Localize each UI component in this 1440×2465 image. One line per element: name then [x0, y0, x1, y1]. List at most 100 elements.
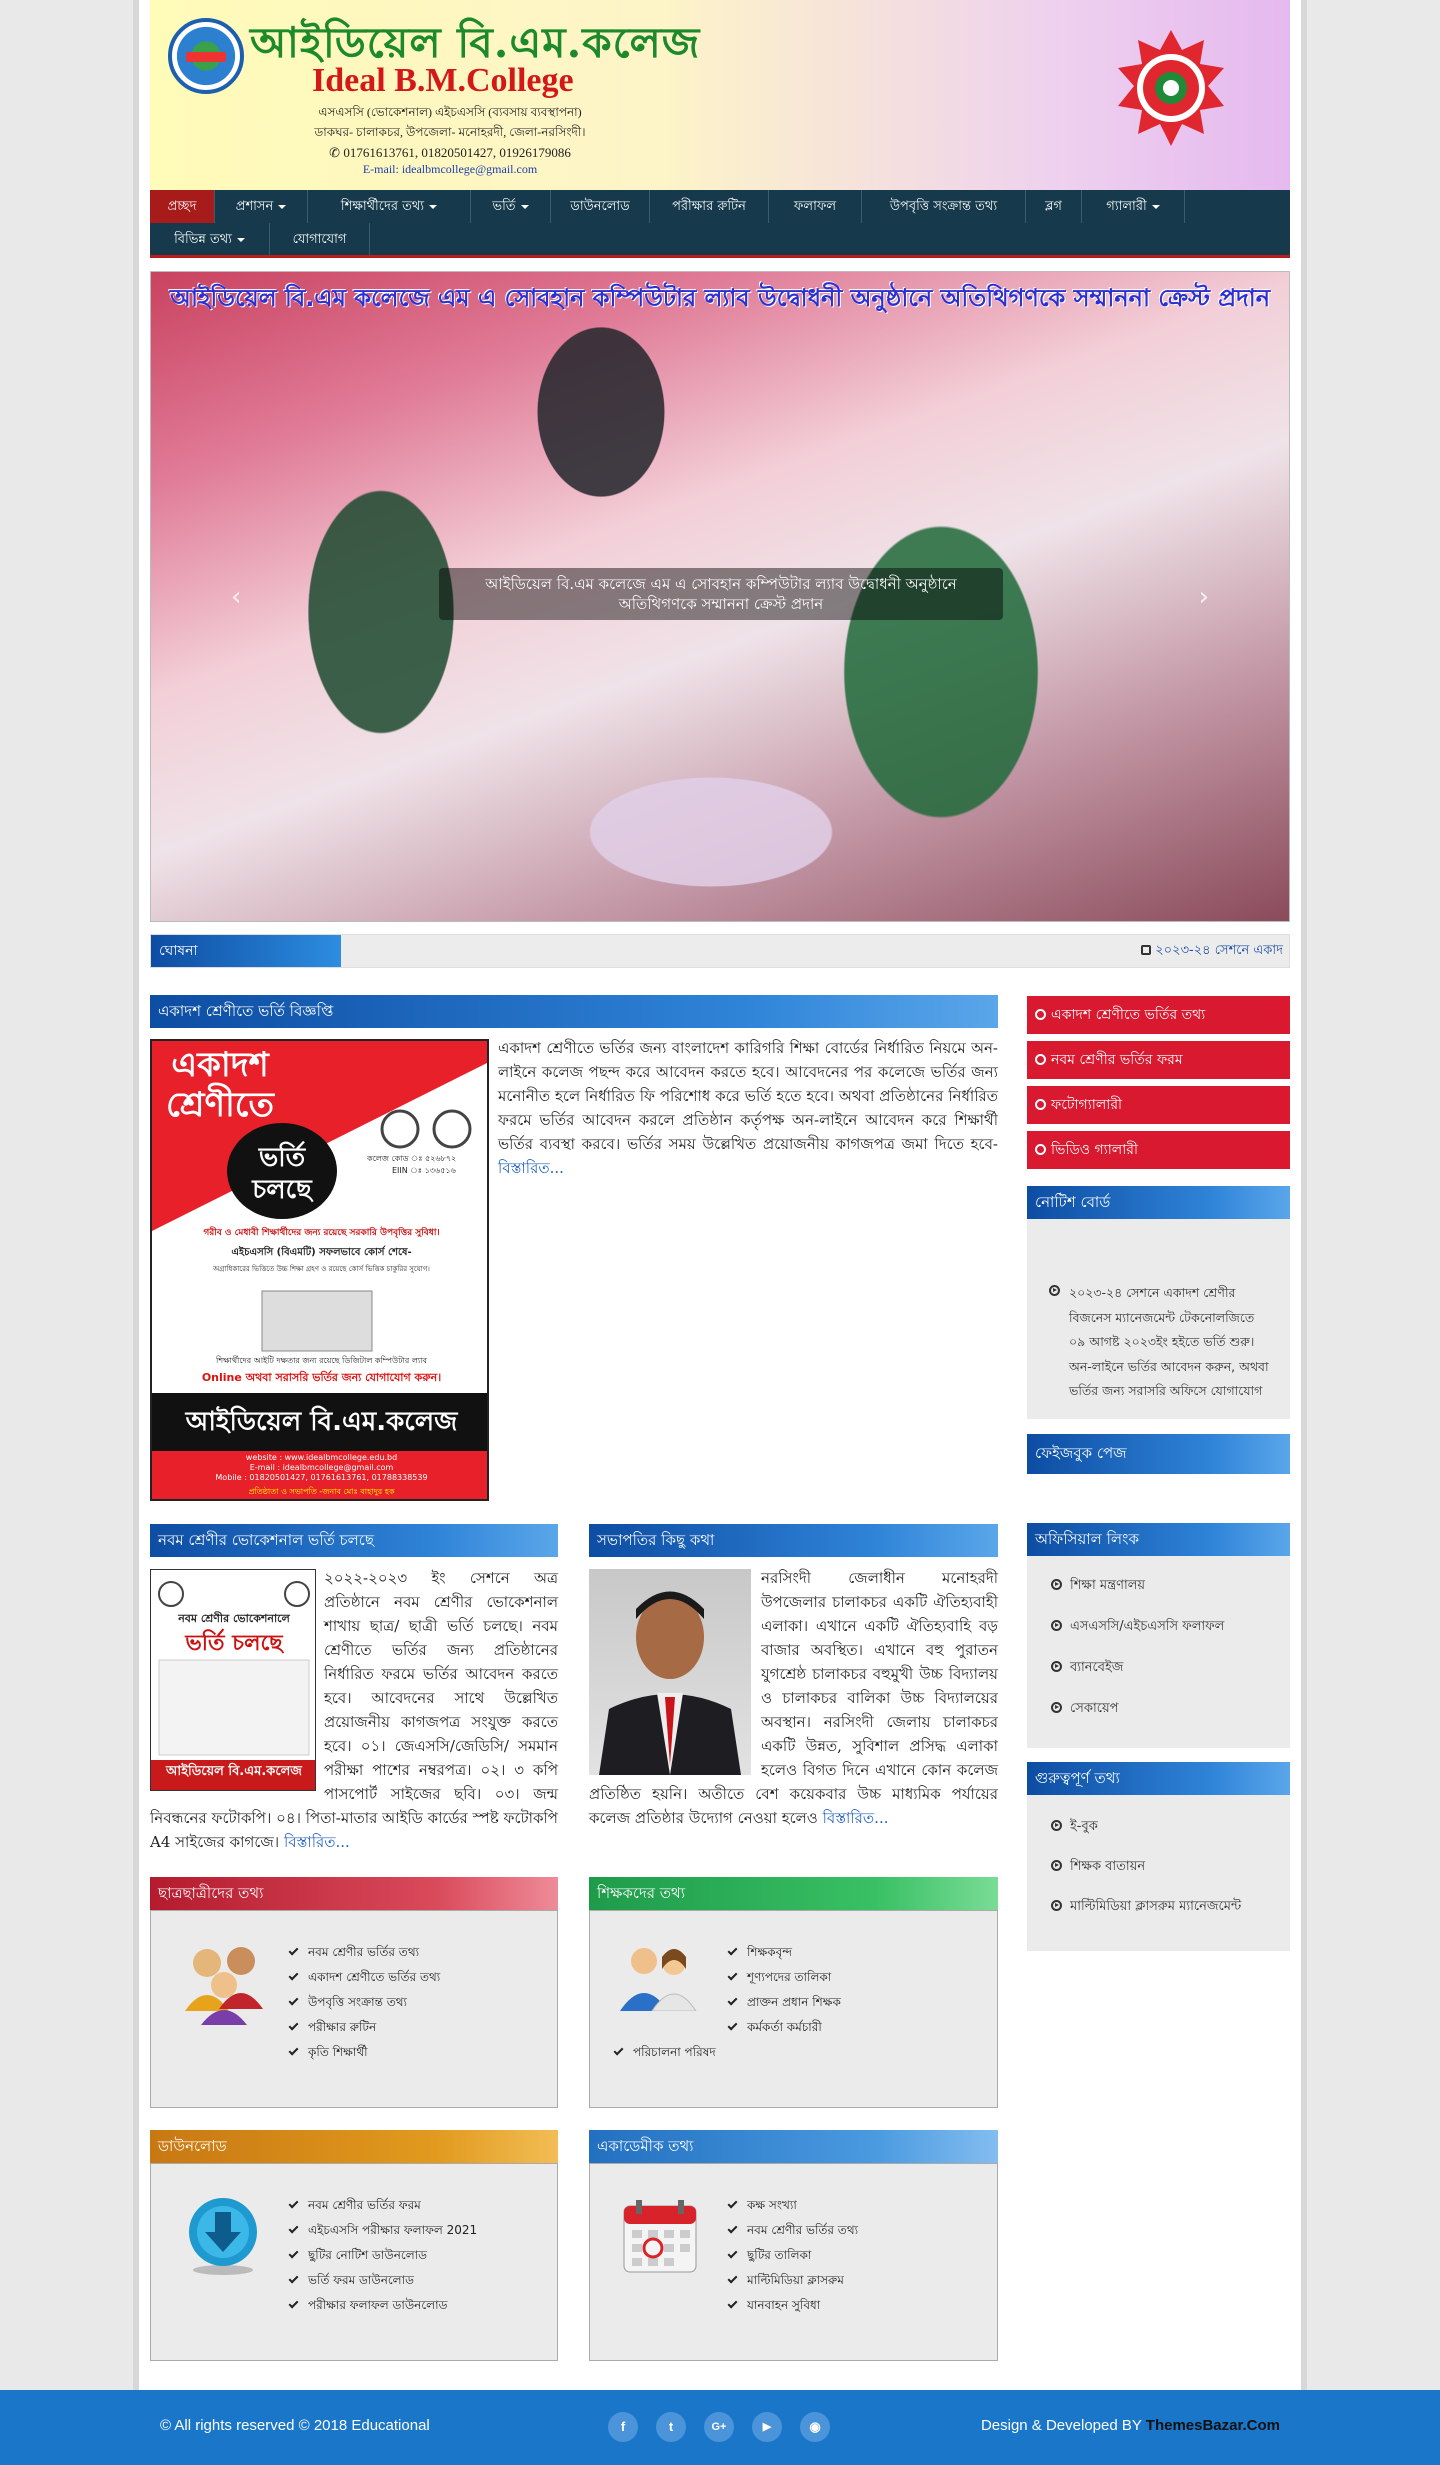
check-icon: [727, 2298, 738, 2309]
sidebar-class9-form[interactable]: নবম শ্রেণীর ভর্তির ফরম: [1027, 1041, 1290, 1079]
academic-item-label: কক্ষ সংখ্যা: [747, 2198, 797, 2212]
slide-banner-title: আইডিয়েল বি.এম কলেজে এম এ সোবহান কম্পিউট…: [169, 284, 1271, 312]
teachers-item[interactable]: প্রাক্তন প্রধান শিক্ষক: [727, 1990, 841, 2015]
academic-item[interactable]: কক্ষ সংখ্যা: [727, 2193, 858, 2218]
notice-board-heading: নোটিশ বোর্ড: [1027, 1186, 1290, 1219]
nav-stipend-info[interactable]: উপবৃত্তি সংক্রান্ত তথ্য: [862, 190, 1026, 223]
nav-gallery-label: গ্যালারী: [1106, 199, 1147, 214]
admission11-poster[interactable]: একাদশ শ্রেণীতে ভর্তি চলছে কলেজ কোড ঃ ৫২৬…: [150, 1039, 489, 1501]
stop-icon: [1141, 945, 1152, 955]
sidebar-admission11-info[interactable]: একাদশ শ্রেণীতে ভর্তির তথ্য: [1027, 996, 1290, 1034]
check-icon: [288, 1945, 299, 1956]
photo-slider[interactable]: আইডিয়েল বি.এম কলেজে এম এ সোবহান কম্পিউট…: [150, 271, 1290, 922]
sidebar-video-gallery[interactable]: ভিডিও গ্যালারী: [1027, 1131, 1290, 1169]
poster-email: E-mail : idealbmcollege@gmail.com: [249, 1463, 394, 1472]
announcement-text[interactable]: ২০২৩-২৪ সেশনে একাদ: [1141, 935, 1283, 967]
students-item-label: একাদশ শ্রেণীতে ভর্তির তথ্য: [308, 1970, 441, 1984]
important-link-teachers-portal[interactable]: শিক্ষক বাতায়ন: [1051, 1857, 1145, 1878]
important-link-multimedia[interactable]: মাল্টিমিডিয়া ক্লাসরুম ম্যানেজমেন্ট: [1051, 1897, 1241, 1918]
download-item[interactable]: এইচএসসি পরীক্ষার ফলাফল 2021: [288, 2218, 478, 2243]
teachers-info-list-extra: পরিচালনা পরিষদ: [613, 2040, 716, 2065]
announcement-label: ঘোষনা: [151, 935, 341, 967]
facebook-page-heading[interactable]: ফেইজবুক পেজ: [1027, 1434, 1290, 1474]
students-item[interactable]: কৃতি শিক্ষার্থী: [288, 2040, 440, 2065]
download-item-label: নবম শ্রেণীর ভর্তির ফরম: [308, 2198, 421, 2212]
students-item[interactable]: পরীক্ষার রুটিন: [288, 2015, 440, 2040]
nav-exam-routine[interactable]: পরীক্ষার রুটিন: [650, 190, 769, 223]
poster-college-name: আইডিয়েল বি.এম.কলেজ: [185, 1407, 458, 1437]
teachers-item-label: শিক্ষকবৃন্দ: [747, 1945, 792, 1959]
official-link-seqaep[interactable]: সেকায়েপ: [1051, 1699, 1118, 1720]
official-link-label: ব্যানবেইজ: [1070, 1660, 1124, 1675]
nav-home-label: প্রচ্ছদ: [167, 199, 197, 214]
nav-student-info[interactable]: শিক্ষার্থীদের তথ্য: [308, 190, 471, 223]
download-item-label: এইচএসসি পরীক্ষার ফলাফল 2021: [308, 2223, 478, 2237]
rss-icon[interactable]: ◉: [800, 2412, 830, 2442]
official-link-education-ministry[interactable]: শিক্ষা মন্ত্রণালয়: [1051, 1576, 1145, 1597]
site-header: আইডিয়েল বি.এম.কলেজ Ideal B.M.College এস…: [150, 0, 1290, 190]
students-item[interactable]: একাদশ শ্রেণীতে ভর্তির তথ্য: [288, 1965, 441, 1990]
academic-item[interactable]: মাল্টিমিডিয়া ক্লাসরুম: [727, 2268, 858, 2293]
official-link-results[interactable]: এসএসসি/এইচএসসি ফলাফল: [1051, 1617, 1224, 1638]
teachers-item[interactable]: শিক্ষকবৃন্দ: [727, 1940, 841, 1965]
academic-item[interactable]: ছুটির তালিকা: [727, 2243, 858, 2268]
nav-results[interactable]: ফলাফল: [769, 190, 862, 223]
slider-next-icon[interactable]: ›: [1199, 582, 1209, 612]
nav-contact[interactable]: যোগাযোগ: [270, 223, 370, 256]
youtube-icon[interactable]: ▶: [752, 2412, 782, 2442]
students-item[interactable]: উপবৃত্তি সংক্রান্ত তথ্য: [288, 1990, 440, 2015]
nav-gallery[interactable]: গ্যালারী: [1082, 190, 1185, 223]
admission9-more-link[interactable]: বিস্তারিত...: [284, 1833, 350, 1851]
nav-various-info[interactable]: বিভিন্ন তথ্য: [150, 223, 270, 256]
nav-contact-label: যোগাযোগ: [292, 232, 347, 247]
nav-blog[interactable]: ব্লগ: [1026, 190, 1082, 223]
check-icon: [727, 2198, 738, 2209]
academic-item[interactable]: যানবাহন সুবিধা: [727, 2293, 858, 2318]
footer-copyright: © All rights reserved © 2018 Educational: [160, 2417, 430, 2434]
official-link-banbeis[interactable]: ব্যানবেইজ: [1051, 1658, 1123, 1679]
download-item[interactable]: ছুটির নোটিশ ডাউনলোড: [288, 2243, 477, 2268]
president-heading: সভাপতির কিছু কথা: [589, 1524, 998, 1557]
poster-line-e: Online অথবা সরাসরি ভর্তির জন্য যোগাযোগ ক…: [201, 1371, 442, 1384]
poster-mobile: Mobile : 01820501427, 01761613761, 01788…: [215, 1473, 428, 1482]
arrow-circle-icon: [1035, 1054, 1046, 1065]
academic-item[interactable]: নবম শ্রেণীর ভর্তির তথ্য: [727, 2218, 858, 2243]
download-item[interactable]: পরীক্ষার ফলাফল ডাউনলোড: [288, 2293, 477, 2318]
sidebar-photo-gallery[interactable]: ফটোগ্যালারী: [1027, 1086, 1290, 1124]
nav-various-info-label: বিভিন্ন তথ্য: [174, 232, 232, 247]
president-more-link[interactable]: বিস্তারিত...: [823, 1809, 889, 1827]
nav-admission[interactable]: ভর্তি: [471, 190, 551, 223]
teachers-item-label: শূণ্যপদের তালিকা: [747, 1970, 832, 1984]
footer-credit-link[interactable]: ThemesBazar.Com: [1146, 2417, 1280, 2434]
header-courses: এসএসসি (ভোকেশনাল) এইচএসসি (ব্যবসায় ব্যব…: [318, 105, 582, 119]
admission11-heading: একাদশ শ্রেণীতে ভর্তি বিজ্ঞপ্তি: [150, 995, 998, 1028]
arrow-circle-icon: [1035, 1099, 1046, 1110]
twitter-icon[interactable]: t: [656, 2412, 686, 2442]
college-logo[interactable]: [168, 18, 244, 94]
important-link-ebook[interactable]: ই-বুক: [1051, 1817, 1098, 1838]
chevron-down-icon: [520, 204, 529, 209]
nav-download[interactable]: ডাউনলোড: [551, 190, 650, 223]
teachers-item[interactable]: কর্মকর্তা কর্মচারী: [727, 2015, 841, 2040]
important-link-label: মাল্টিমিডিয়া ক্লাসরুম ম্যানেজমেন্ট: [1070, 1899, 1242, 1914]
teachers-item[interactable]: পরিচালনা পরিষদ: [613, 2040, 716, 2065]
admission11-more-link[interactable]: বিস্তারিত...: [498, 1159, 564, 1177]
check-icon: [288, 2020, 299, 2031]
download-item[interactable]: ভর্তি ফরম ডাউনলোড: [288, 2268, 477, 2293]
notice-item[interactable]: ২০২৩-২৪ সেশনে একাদশ শ্রেণীর বিজনেস ম্যান…: [1069, 1281, 1274, 1404]
facebook-icon[interactable]: f: [608, 2412, 638, 2442]
nav-home[interactable]: প্রচ্ছদ: [150, 190, 215, 223]
download-item-label: পরীক্ষার ফলাফল ডাউনলোড: [308, 2298, 448, 2312]
official-links-heading: অফিসিয়াল লিংক: [1027, 1523, 1290, 1556]
download-item[interactable]: নবম শ্রেণীর ভর্তির ফরম: [288, 2193, 477, 2218]
nav-admission-label: ভর্তি: [492, 199, 516, 214]
announcement-ticker: ঘোষনা ২০২৩-২৪ সেশনে একাদ: [150, 934, 1290, 968]
slider-prev-icon[interactable]: ‹: [231, 582, 241, 612]
official-link-label: শিক্ষা মন্ত্রণালয়: [1070, 1578, 1146, 1593]
students-item[interactable]: নবম শ্রেণীর ভর্তির তথ্য: [288, 1940, 440, 1965]
google-plus-icon[interactable]: G+: [704, 2412, 734, 2442]
teachers-info-heading: শিক্ষকদের তথ্য: [589, 1877, 998, 1910]
nav-administration[interactable]: প্রশাসন: [215, 190, 308, 223]
teachers-item[interactable]: শূণ্যপদের তালিকা: [727, 1965, 841, 1990]
board-seal-icon: [1118, 30, 1224, 146]
